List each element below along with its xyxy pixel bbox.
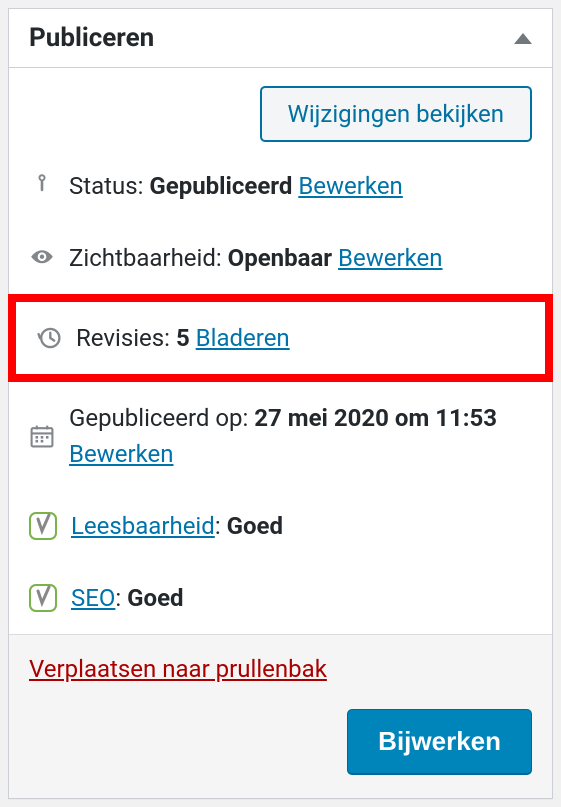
- published-text: Gepubliceerd op: 27 mei 2020 om 11:53 Be…: [69, 400, 532, 472]
- status-text: Status: Gepubliceerd Bewerken: [69, 168, 403, 204]
- readability-text: Leesbaarheid: Goed: [71, 508, 283, 544]
- revisions-row: Revisies: 5 Bladeren: [16, 302, 545, 374]
- panel-body: Wijzigingen bekijken Status: Gepubliceer…: [9, 68, 552, 798]
- seo-text: SEO: Goed: [71, 580, 184, 616]
- preview-changes-button[interactable]: Wijzigingen bekijken: [260, 86, 532, 142]
- seo-row: SEO: Goed: [9, 562, 552, 634]
- minor-actions: Wijzigingen bekijken: [9, 68, 552, 150]
- calendar-icon: [29, 423, 55, 449]
- edit-visibility-link[interactable]: Bewerken: [338, 244, 442, 272]
- readability-link[interactable]: Leesbaarheid: [71, 512, 215, 540]
- browse-revisions-link[interactable]: Bladeren: [196, 324, 290, 352]
- edit-date-link[interactable]: Bewerken: [69, 440, 173, 468]
- history-icon: [36, 325, 62, 351]
- edit-status-link[interactable]: Bewerken: [298, 172, 402, 200]
- revisions-text: Revisies: 5 Bladeren: [76, 320, 290, 356]
- major-actions: Verplaatsen naar prullenbak Bijwerken: [9, 634, 552, 798]
- readability-row: Leesbaarheid: Goed: [9, 490, 552, 562]
- visibility-row: Zichtbaarheid: Openbaar Bewerken: [9, 222, 552, 294]
- visibility-text: Zichtbaarheid: Openbaar Bewerken: [69, 240, 443, 276]
- revisions-highlight: Revisies: 5 Bladeren: [8, 294, 553, 382]
- panel-header[interactable]: Publiceren: [9, 9, 552, 68]
- yoast-readability-icon: [29, 511, 57, 541]
- published-row: Gepubliceerd op: 27 mei 2020 om 11:53 Be…: [9, 382, 552, 490]
- publish-metabox: Publiceren Wijzigingen bekijken Status: …: [8, 8, 553, 799]
- move-to-trash-link[interactable]: Verplaatsen naar prullenbak: [29, 655, 327, 683]
- eye-icon: [29, 245, 55, 271]
- status-row: Status: Gepubliceerd Bewerken: [9, 150, 552, 222]
- seo-link[interactable]: SEO: [71, 584, 115, 612]
- yoast-seo-icon: [29, 583, 57, 613]
- collapse-toggle-icon[interactable]: [514, 33, 532, 44]
- panel-title: Publiceren: [29, 23, 154, 53]
- pin-icon: [29, 173, 55, 199]
- update-button[interactable]: Bijwerken: [347, 709, 532, 774]
